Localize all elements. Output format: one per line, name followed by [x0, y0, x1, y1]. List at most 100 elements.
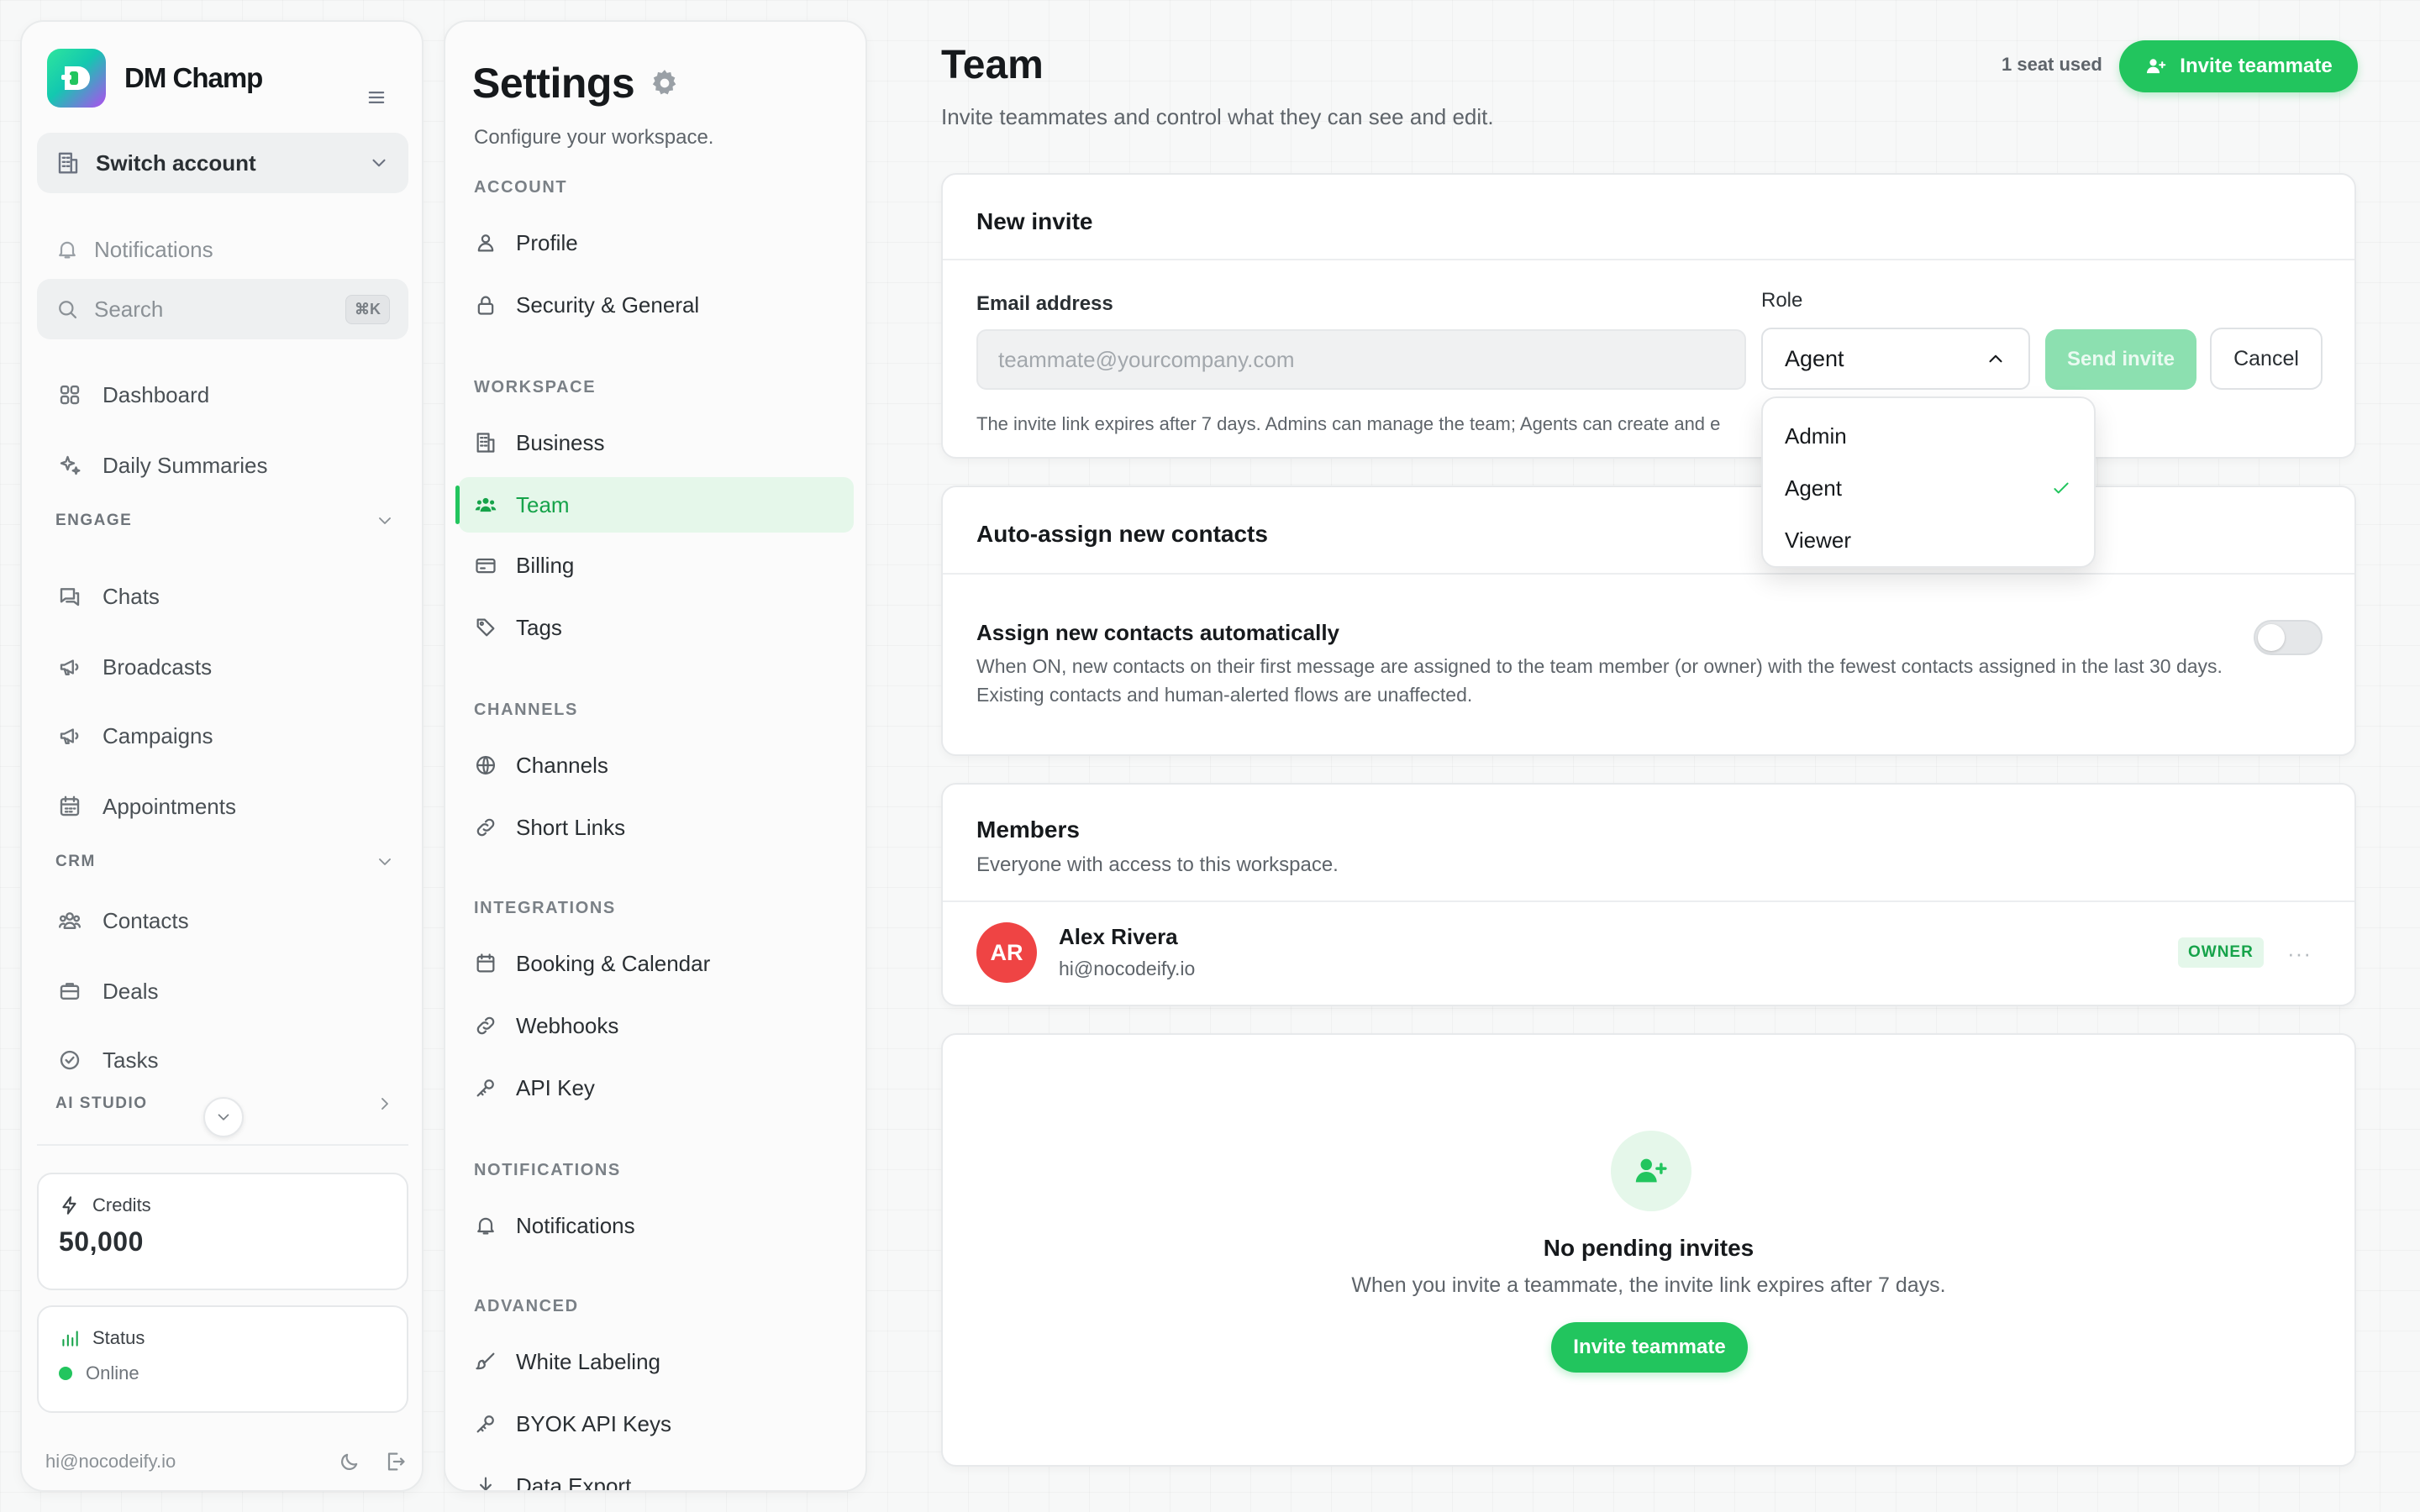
bell-icon	[474, 1214, 497, 1237]
sidebar-item-broadcasts[interactable]: Broadcasts	[37, 642, 408, 692]
sidebar-item-campaigns[interactable]: Campaigns	[37, 711, 408, 761]
settings-item-label: Booking & Calendar	[516, 950, 711, 976]
sidebar-item-daily-summaries[interactable]: Daily Summaries	[37, 440, 408, 491]
sparkles-icon	[57, 453, 82, 478]
section-crm[interactable]: CRM	[55, 852, 408, 872]
online-dot	[59, 1367, 72, 1380]
invite-teammate-button[interactable]: Invite teammate	[2119, 40, 2358, 92]
settings-item-business[interactable]: Business	[459, 415, 854, 470]
settings-item-tags[interactable]: Tags	[459, 600, 854, 655]
sidebar-item-tasks[interactable]: Tasks	[37, 1035, 408, 1085]
sidebar-item-label: Dashboard	[103, 381, 210, 407]
settings-item-billing[interactable]: Billing	[459, 538, 854, 593]
user-plus-icon	[2144, 55, 2168, 78]
settings-item-data-export[interactable]: Data Export	[459, 1458, 854, 1490]
building-icon	[55, 150, 81, 176]
members-card: Members Everyone with access to this wor…	[941, 783, 2356, 1006]
switch-account-label: Switch account	[96, 150, 256, 176]
settings-item-api-key[interactable]: API Key	[459, 1060, 854, 1116]
settings-item-label: Business	[516, 429, 605, 455]
settings-item-team[interactable]: Team	[455, 477, 854, 533]
status-label: Status	[92, 1327, 145, 1348]
section-engage[interactable]: ENGAGE	[55, 511, 408, 531]
role-label: Role	[1761, 289, 1803, 312]
section-crm-label: CRM	[55, 853, 96, 870]
sidebar-item-deals[interactable]: Deals	[37, 966, 408, 1016]
role-dropdown: Admin Agent Viewer	[1761, 396, 2096, 568]
megaphone-icon	[57, 654, 82, 680]
settings-item-label: Team	[516, 491, 570, 517]
sidebar-item-label: Daily Summaries	[103, 452, 268, 478]
sidebar-item-contacts[interactable]: Contacts	[37, 895, 408, 946]
role-select[interactable]: Agent	[1761, 328, 2030, 390]
cancel-button[interactable]: Cancel	[2210, 328, 2323, 390]
users-icon	[57, 908, 82, 933]
team-icon	[474, 493, 497, 517]
credits-card[interactable]: Credits 50,000	[37, 1173, 408, 1290]
section-advanced: ADVANCED	[474, 1297, 579, 1315]
card-divider	[943, 900, 2354, 902]
role-option-label: Admin	[1785, 423, 1847, 449]
moon-icon[interactable]	[338, 1450, 361, 1473]
sidebar-item-label: Tasks	[103, 1047, 159, 1073]
credit-card-icon	[474, 554, 497, 577]
pending-invites-card: No pending invites When you invite a tea…	[941, 1033, 2356, 1467]
member-email: hi@nocodeify.io	[1059, 958, 1196, 979]
auto-assign-toggle[interactable]	[2254, 620, 2323, 655]
settings-heading: Settings	[472, 59, 681, 108]
bell-icon	[55, 238, 79, 261]
brush-icon	[474, 1350, 497, 1373]
notifications-link[interactable]: Notifications	[37, 222, 408, 277]
settings-item-white-labeling[interactable]: White Labeling	[459, 1334, 854, 1389]
sidebar-item-label: Campaigns	[103, 722, 213, 748]
credits-value: 50,000	[59, 1226, 144, 1257]
invite-teammate-empty-button[interactable]: Invite teammate	[1551, 1322, 1748, 1373]
settings-item-channels[interactable]: Channels	[459, 738, 854, 793]
new-invite-card: New invite Email address Role teammate@y…	[941, 173, 2356, 459]
more-options-icon[interactable]: ···	[2287, 941, 2312, 967]
auto-assign-card: Auto-assign new contacts Assign new cont…	[941, 486, 2356, 756]
status-card: Status Online	[37, 1305, 408, 1413]
settings-title: Settings	[472, 60, 635, 107]
invite-hint: The invite link expires after 7 days. Ad…	[976, 413, 1721, 434]
collapse-toggle[interactable]	[203, 1097, 244, 1137]
settings-item-label: Security & General	[516, 291, 700, 318]
status-value: Online	[86, 1362, 139, 1383]
send-invite-button[interactable]: Send invite	[2045, 329, 2196, 390]
section-workspace: WORKSPACE	[474, 378, 597, 396]
auto-assign-title: Auto-assign new contacts	[976, 521, 1268, 547]
sidebar-item-appointments[interactable]: Appointments	[37, 781, 408, 832]
settings-item-label: Billing	[516, 552, 575, 578]
sidebar-item-dashboard[interactable]: Dashboard	[37, 370, 408, 420]
settings-item-notifications[interactable]: Notifications	[459, 1198, 854, 1253]
user-icon	[474, 231, 497, 255]
role-option-agent[interactable]: Agent	[1763, 462, 2094, 514]
email-field[interactable]: teammate@yourcompany.com	[976, 329, 1746, 390]
settings-item-label: Short Links	[516, 814, 626, 840]
settings-item-label: API Key	[516, 1074, 595, 1100]
settings-item-security[interactable]: Security & General	[459, 277, 854, 333]
settings-item-short-links[interactable]: Short Links	[459, 800, 854, 855]
settings-item-label: Channels	[516, 752, 608, 778]
search-button[interactable]: Search ⌘K	[37, 279, 408, 339]
seat-count: 1 seat used	[2002, 54, 2102, 75]
menu-toggle-icon[interactable]	[365, 86, 388, 109]
settings-item-label: Tags	[516, 614, 562, 640]
logout-icon[interactable]	[383, 1450, 407, 1473]
brand[interactable]: DM Champ	[47, 49, 263, 108]
settings-item-label: Profile	[516, 229, 578, 255]
settings-item-label: Notifications	[516, 1212, 635, 1238]
role-option-viewer[interactable]: Viewer	[1763, 514, 2094, 566]
settings-item-profile[interactable]: Profile	[459, 215, 854, 270]
empty-state-title: No pending invites	[1543, 1235, 1754, 1261]
checkmark-icon	[2050, 477, 2072, 499]
members-title: Members	[976, 816, 1080, 843]
switch-account-button[interactable]: Switch account	[37, 133, 408, 193]
role-option-admin[interactable]: Admin	[1763, 410, 2094, 462]
sidebar-item-chats[interactable]: Chats	[37, 571, 408, 622]
card-divider	[943, 259, 2354, 260]
settings-item-byok[interactable]: BYOK API Keys	[459, 1396, 854, 1452]
settings-item-booking[interactable]: Booking & Calendar	[459, 936, 854, 991]
settings-item-webhooks[interactable]: Webhooks	[459, 998, 854, 1053]
tag-icon	[474, 616, 497, 639]
